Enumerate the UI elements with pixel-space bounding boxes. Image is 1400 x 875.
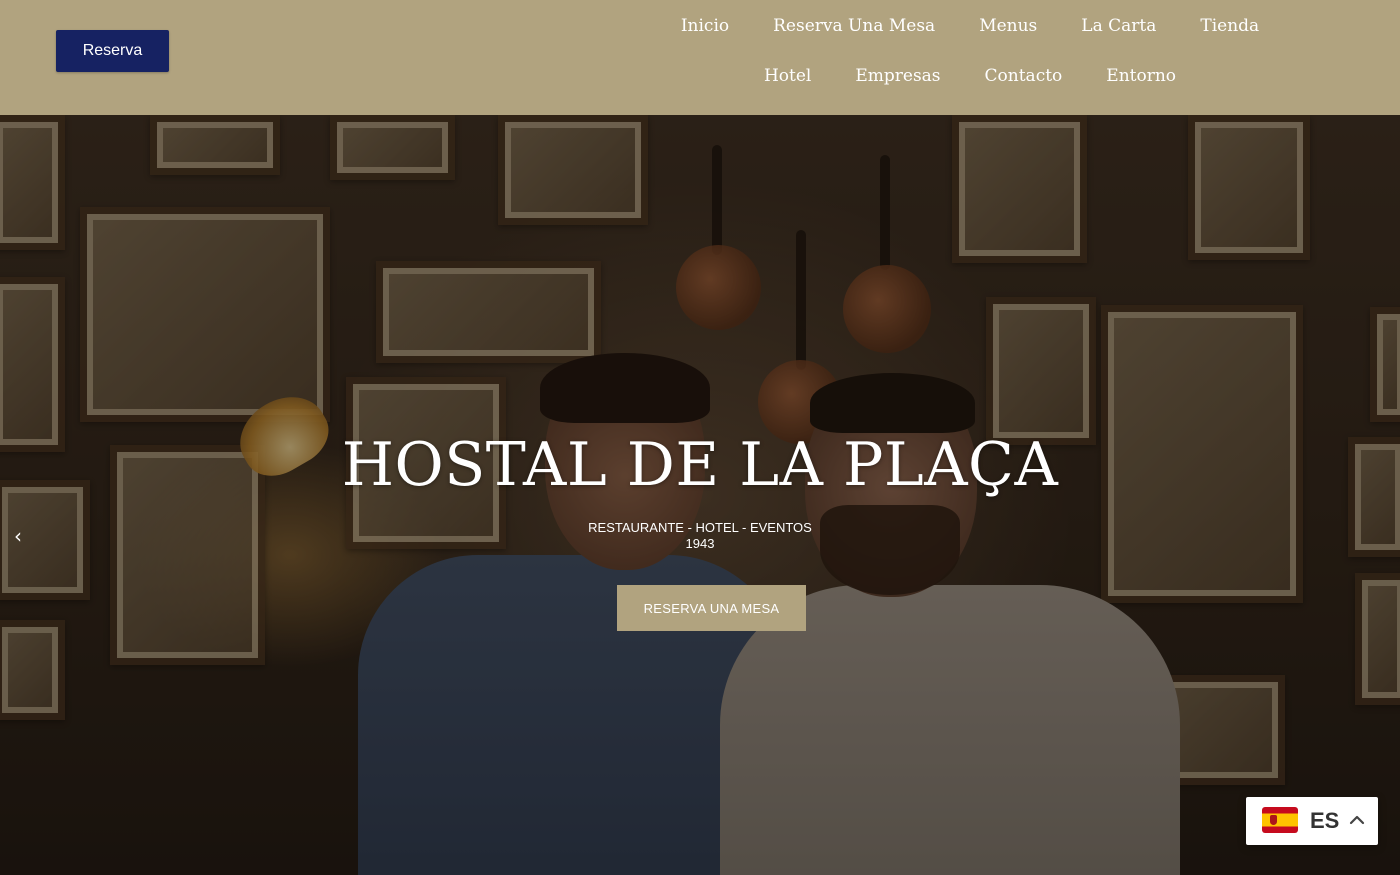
hero-year: 1943 [685,536,715,551]
slider-prev-icon[interactable]: ‹ [8,523,28,549]
nav-link-entorno[interactable]: Entorno [1084,63,1198,89]
nav-link-contacto[interactable]: Contacto [963,63,1085,89]
chevron-up-icon [1349,815,1365,825]
nav-link-menus[interactable]: Menus [957,13,1059,39]
flag-emblem [1270,815,1277,825]
language-code: ES [1310,808,1340,833]
nav-row-2: Hotel Empresas Contacto Entorno [660,63,1280,89]
language-selector[interactable]: ES [1246,797,1378,845]
nav-link-empresas[interactable]: Empresas [833,63,962,89]
nav-link-hotel[interactable]: Hotel [742,63,833,89]
spain-flag-icon [1262,807,1298,833]
hero-title: HOSTAL DE LA PLAÇA [341,430,1059,500]
site-header: Reserva Inicio Reserva Una Mesa Menus La… [0,0,1400,115]
reserve-button[interactable]: Reserva [56,30,169,72]
main-nav: Inicio Reserva Una Mesa Menus La Carta T… [660,0,1280,115]
nav-link-la-carta[interactable]: La Carta [1059,13,1178,39]
nav-row-1: Inicio Reserva Una Mesa Menus La Carta T… [660,13,1280,39]
nav-link-inicio[interactable]: Inicio [659,13,751,39]
nav-link-reserva-una-mesa[interactable]: Reserva Una Mesa [751,13,957,39]
reserve-table-button[interactable]: RESERVA UNA MESA [617,585,806,631]
nav-link-tienda[interactable]: Tienda [1178,13,1281,39]
hero-slider: HOSTAL DE LA PLAÇA RESTAURANTE - HOTEL -… [0,115,1400,875]
hero-subtitle: RESTAURANTE - HOTEL - EVENTOS [588,520,812,535]
